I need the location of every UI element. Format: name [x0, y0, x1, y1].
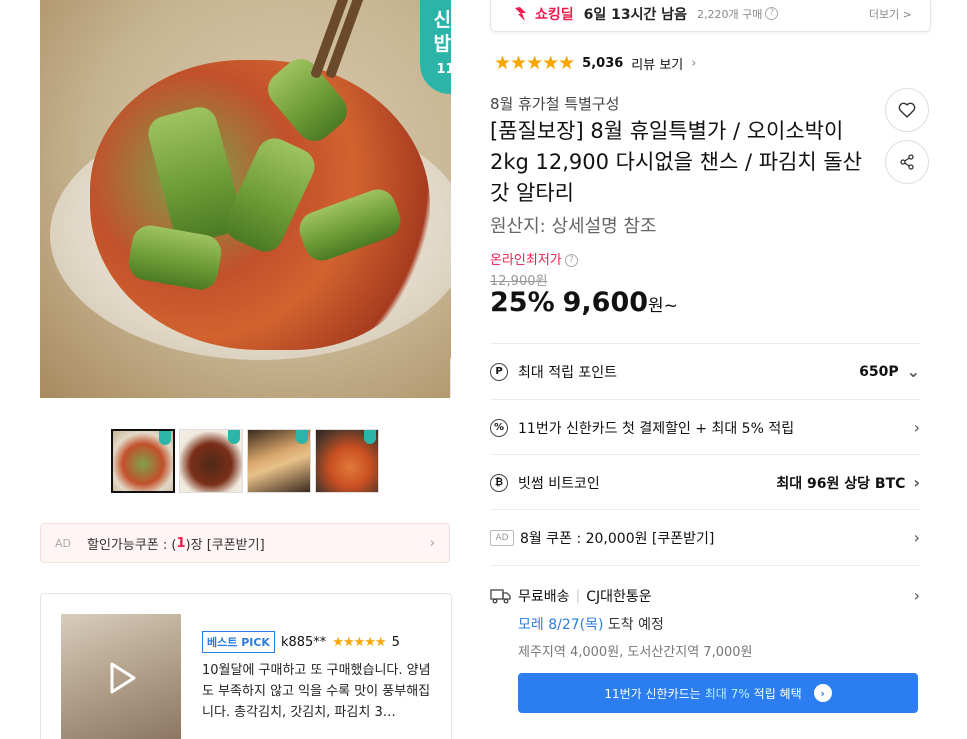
bitcoin-row[interactable]: ₿ 빗썸 비트코인 최대 96원 상당 BTC ›: [490, 454, 920, 510]
bitcoin-icon: ₿: [490, 473, 508, 492]
help-icon[interactable]: ?: [765, 7, 779, 20]
bitcoin-value: 최대 96원 상당 BTC: [776, 475, 906, 492]
price-unit: 원~: [648, 296, 678, 316]
shinhan-card-benefit-button[interactable]: 11번가 신한카드는 최대 7% 적립 혜택 ›: [518, 673, 918, 713]
deal-time-left: 6일 13시간 남음: [583, 6, 688, 23]
review-score: 5: [391, 634, 400, 650]
separator: |: [575, 588, 581, 604]
chevron-right-icon: ›: [913, 418, 920, 437]
chevron-right-icon: ›: [691, 55, 697, 71]
ad-badge: AD: [490, 529, 514, 546]
rating-summary[interactable]: ★★★★★ 5,036 리뷰 보기 ›: [494, 52, 696, 74]
badge-line-2: 밥상: [433, 33, 451, 55]
review-header: 베스트 PICK k885** ★★★★★ 5: [202, 631, 400, 653]
badge-line-1: 신선: [433, 9, 451, 31]
review-count: 5,036: [582, 55, 624, 71]
august-coupon-label: 8월 쿠폰 : 20,000원 [쿠폰받기]: [520, 530, 715, 547]
card-banner-suffix: 적립 혜택: [753, 686, 802, 701]
product-title: [품질보장] 8월 휴일특별가 / 오이소박이2kg 12,900 다시없을 챈…: [490, 119, 862, 205]
carrier-label: CJ대한통운: [586, 589, 652, 605]
wishlist-button[interactable]: [885, 88, 929, 132]
price-amount: 9,600: [562, 287, 649, 318]
chevron-right-icon: ›: [913, 528, 920, 547]
best-review-card[interactable]: 베스트 PICK k885** ★★★★★ 5 10월달에 구매하고 또 구매했…: [40, 593, 452, 739]
points-value-group: 650P ⌄: [859, 362, 920, 381]
free-shipping-label: 무료배송: [518, 589, 570, 605]
arrival-suffix: 도착 예정: [603, 617, 664, 633]
bitcoin-label: 빗썸 비트코인: [518, 475, 600, 492]
discount-percent: 25%: [490, 287, 555, 318]
badge-line-3: 11⊃: [436, 62, 452, 77]
review-link[interactable]: 리뷰 보기: [631, 54, 683, 73]
point-icon: P: [490, 362, 508, 381]
ad-label: AD: [55, 536, 71, 550]
play-icon: [110, 662, 136, 694]
thumbnail-3[interactable]: [247, 429, 311, 493]
coupon-count: 1: [176, 535, 186, 551]
shocking-deal-bar: 쇼킹딜 6일 13시간 남음 2,220개 구매 ? 더보기 >: [490, 0, 931, 32]
bitcoin-value-group: 최대 96원 상당 BTC ›: [776, 473, 920, 493]
thumbnail-4[interactable]: [315, 429, 379, 493]
rating-stars: ★★★★★: [494, 52, 575, 74]
arrival-date: 모레 8/27(목): [518, 617, 604, 633]
deal-bolt-icon: [515, 6, 526, 21]
shocking-deal-logo: 쇼킹딜: [513, 4, 574, 24]
deal-sold-count: 2,220개 구매: [697, 7, 763, 21]
deal-logo-label: 쇼킹딜: [535, 6, 574, 23]
heart-icon: [898, 102, 916, 118]
chevron-right-icon: ›: [913, 473, 920, 492]
points-label: 최대 적립 포인트: [518, 364, 618, 381]
share-button[interactable]: [885, 140, 929, 184]
points-row[interactable]: P 최대 적립 포인트 650P ⌄: [490, 343, 920, 399]
chevron-right-icon: ›: [429, 535, 435, 551]
thumbnail-1[interactable]: [111, 429, 175, 493]
thumbnail-2[interactable]: [179, 429, 243, 493]
discount-coupon-bar[interactable]: AD 할인가능쿠폰 : (1)장 [쿠폰받기] ›: [40, 523, 450, 563]
review-stars: ★★★★★: [332, 634, 386, 650]
august-coupon-row[interactable]: AD 8월 쿠폰 : 20,000원 [쿠폰받기] ›: [490, 509, 920, 565]
review-video-thumbnail[interactable]: [61, 614, 181, 739]
thumbnail-strip: [111, 429, 379, 493]
share-icon: [900, 154, 914, 170]
review-text: 10월달에 구매하고 또 구매했습니다. 양념도 부족하지 않고 익을 수록 맛…: [202, 663, 431, 720]
chevron-right-icon: ›: [913, 586, 920, 605]
deal-more-link[interactable]: 더보기 >: [869, 6, 912, 22]
card-discount-row[interactable]: % 11번가 신한카드 첫 결제할인 + 최대 5% 적립 ›: [490, 399, 920, 455]
fresh-table-badge: 신선 밥상 11⊃: [420, 0, 451, 94]
coupon-text-before: 할인가능쿠폰 : (: [87, 537, 177, 553]
shipping-info[interactable]: 무료배송 | CJ대한통운 모레 8/27(목) 도착 예정 제주지역 4,00…: [490, 565, 920, 660]
arrow-right-circle-icon: ›: [813, 684, 832, 702]
chevron-down-icon: ⌄: [906, 362, 920, 381]
sale-price: 25% 9,600 원~: [490, 287, 678, 318]
shipping-arrival: 모레 8/27(목) 도착 예정: [518, 614, 920, 634]
card-banner-accent: 최대 7%: [704, 686, 750, 701]
points-value: 650P: [859, 363, 899, 380]
truck-icon: [490, 589, 511, 604]
shipping-extra-fee: 제주지역 4,000원, 도서산간지역 7,000원: [518, 645, 753, 660]
lowest-price-text: 온라인최저가: [490, 253, 562, 268]
product-subtitle: 8월 휴가철 특별구성: [490, 95, 620, 113]
zoom-button[interactable]: [450, 358, 451, 398]
card-banner-prefix: 11번가 신한카드는: [604, 686, 701, 701]
coupon-text-after: )장 [쿠폰받기]: [185, 537, 265, 553]
best-pick-badge: 베스트 PICK: [202, 631, 275, 653]
review-user: k885**: [280, 634, 327, 650]
main-product-image[interactable]: 신선 밥상 11⊃: [40, 0, 451, 398]
lowest-price-label: 온라인최저가?: [490, 249, 578, 268]
shipping-line-1: 무료배송 | CJ대한통운: [490, 586, 920, 606]
card-discount-label: 11번가 신한카드 첫 결제할인 + 최대 5% 적립: [518, 420, 795, 437]
help-icon[interactable]: ?: [564, 254, 578, 267]
product-origin: 원산지: 상세설명 참조: [490, 216, 657, 237]
percent-icon: %: [490, 418, 508, 437]
